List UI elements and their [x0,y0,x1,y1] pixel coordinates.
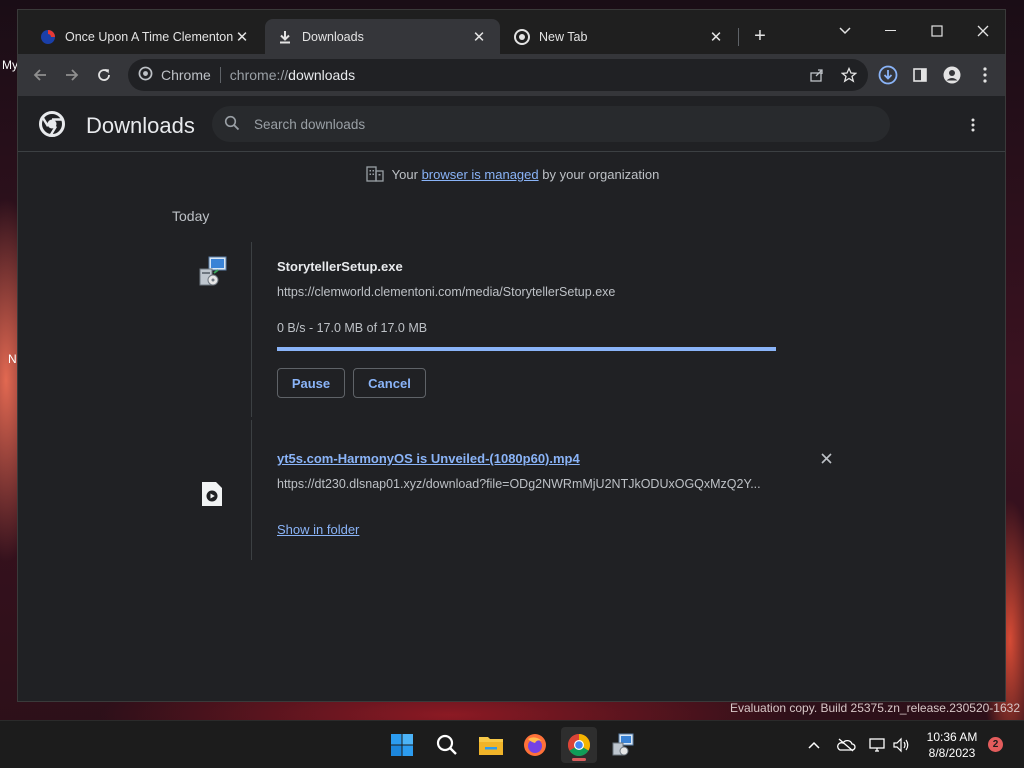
download-filename-link[interactable]: yt5s.com-HarmonyOS is Unveiled-(1080p60)… [277,451,580,466]
download-item: yt5s.com-HarmonyOS is Unveiled-(1080p60)… [168,420,860,560]
volume-icon[interactable] [891,735,911,755]
cancel-button[interactable]: Cancel [353,368,426,398]
desktop-label: My [2,58,18,72]
address-bar[interactable]: Chrome chrome://downloads [128,59,868,91]
date-group-label: Today [172,208,210,224]
tab-title: New Tab [539,29,588,44]
clementoni-icon [40,29,56,45]
managed-suffix: by your organization [542,166,660,182]
video-file-icon [201,481,223,510]
download-progress-bar [277,347,776,351]
url-scheme: chrome:// [229,67,289,83]
download-item: StorytellerSetup.exe https://clemworld.c… [168,242,860,417]
chrome-logo-icon [39,111,65,140]
bookmark-star-icon[interactable] [836,62,862,88]
clock-date: 8/8/2023 [928,746,976,760]
chrome-window: Once Upon A Time Clementoni Un ✕ Downloa… [17,9,1006,702]
downloads-header: Downloads [18,96,1005,152]
search-icon [224,115,240,134]
search-icon[interactable] [429,727,465,763]
url-host: downloads [288,67,356,83]
building-icon [366,166,384,185]
clock-time: 10:36 AM [926,730,978,744]
close-tab-icon[interactable]: ✕ [233,28,251,46]
firefox-icon[interactable] [517,727,553,763]
search-input[interactable] [254,116,854,132]
tab-clementoni[interactable]: Once Upon A Time Clementoni Un ✕ [28,19,263,54]
show-in-folder-link[interactable]: Show in folder [277,522,359,537]
download-filename: StorytellerSetup.exe [277,259,403,274]
forward-icon[interactable] [59,62,85,88]
system-clock[interactable]: 10:36 AM 8/8/2023 [918,729,986,761]
tab-new-tab[interactable]: New Tab ✕ [502,19,737,54]
notification-badge[interactable]: 2 [988,737,1003,752]
chrome-taskbar-icon[interactable] [561,727,597,763]
chevron-up-icon[interactable] [804,735,824,755]
download-icon-column [168,242,252,417]
tab-strip: Once Upon A Time Clementoni Un ✕ Downloa… [18,10,1005,54]
download-url: https://clemworld.clementoni.com/media/S… [277,285,616,299]
site-chip: Chrome [161,67,211,83]
installer-taskbar-icon[interactable] [605,727,641,763]
more-actions-icon[interactable] [963,114,983,136]
close-tab-icon[interactable]: ✕ [470,28,488,46]
pause-button[interactable]: Pause [277,368,345,398]
downloads-page: Downloads Your browser is managed by you… [18,96,1005,701]
file-explorer-icon[interactable] [473,727,509,763]
onedrive-icon[interactable] [836,735,856,755]
remove-download-icon[interactable] [816,448,836,468]
tab-title: Downloads [302,29,364,44]
desktop-label: N [8,352,17,366]
download-url: https://dt230.dlsnap01.xyz/download?file… [277,477,761,491]
download-status: 0 B/s - 17.0 MB of 17.0 MB [277,321,428,335]
minimize-icon[interactable] [873,16,909,46]
managed-prefix: Your [391,166,418,182]
divider [219,67,221,83]
close-tab-icon[interactable]: ✕ [707,28,725,46]
browser-managed-link[interactable]: browser is managed [422,167,539,182]
managed-notice: Your browser is managed by your organiza… [18,166,1005,185]
new-tab-button[interactable]: + [749,25,771,47]
side-panel-icon[interactable] [907,62,933,88]
chrome-menu-icon[interactable] [972,62,998,88]
tab-title: Once Upon A Time Clementoni Un [65,29,233,44]
downloads-toolbar-icon[interactable] [875,62,901,88]
start-windows-icon[interactable] [384,727,420,763]
tab-search-chevron-icon[interactable] [827,16,863,46]
maximize-icon[interactable] [919,16,955,46]
download-icon-column [168,420,252,560]
share-icon[interactable] [804,62,830,88]
active-app-indicator [572,758,586,761]
page-title: Downloads [86,113,195,138]
installer-icon [197,256,229,291]
reload-icon[interactable] [91,62,117,88]
browser-toolbar: Chrome chrome://downloads [18,54,1005,96]
chrome-icon [514,28,530,45]
network-icon[interactable] [868,735,888,755]
back-icon[interactable] [27,62,53,88]
close-window-icon[interactable] [965,16,1001,46]
download-icon [277,29,293,45]
search-box[interactable] [212,106,890,142]
evaluation-watermark: Evaluation copy. Build 25375.zn_release.… [730,701,1020,715]
chrome-icon [138,66,153,84]
tab-separator [738,28,739,46]
taskbar: 10:36 AM 8/8/2023 2 [0,720,1024,768]
tab-downloads[interactable]: Downloads ✕ [265,19,500,54]
profile-icon[interactable] [939,62,965,88]
